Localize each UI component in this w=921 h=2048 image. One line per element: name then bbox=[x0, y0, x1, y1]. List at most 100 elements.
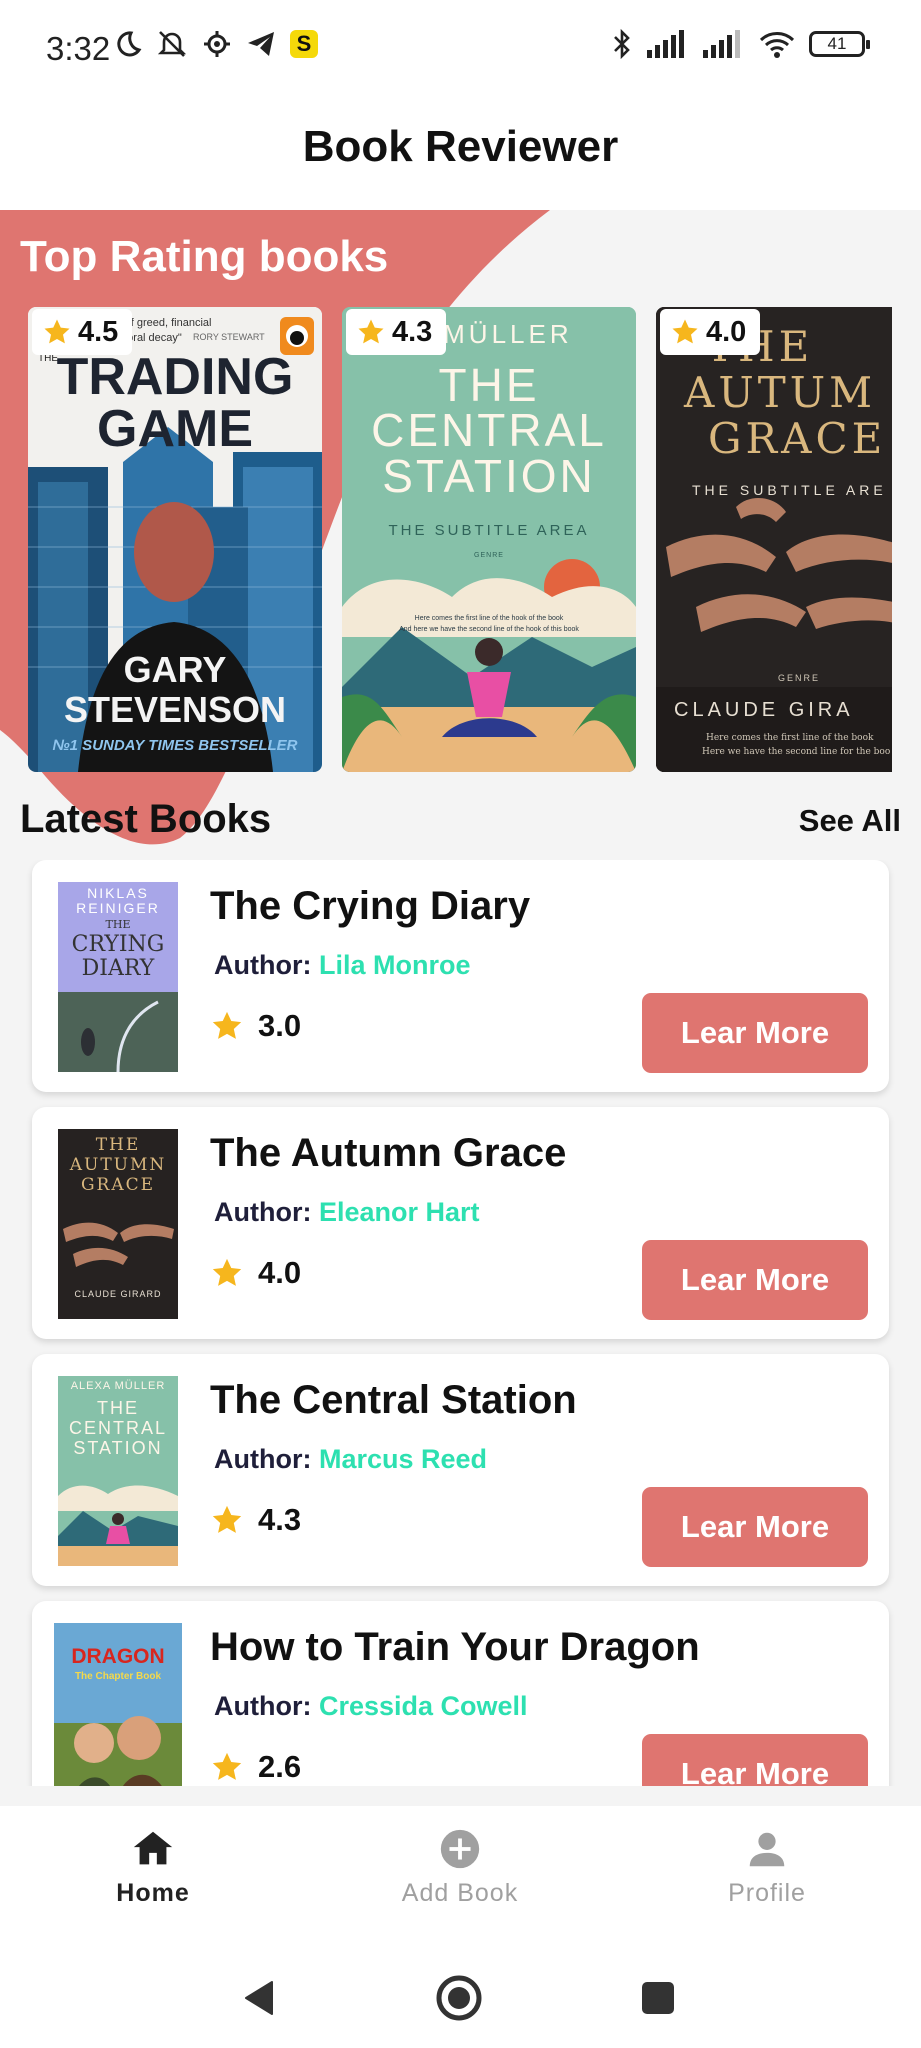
cover-title: AUTUM bbox=[684, 368, 877, 417]
star-icon bbox=[212, 1011, 242, 1039]
star-icon bbox=[44, 319, 70, 344]
author-line: Author: Cressida Cowell bbox=[214, 1691, 528, 1722]
moon-icon bbox=[117, 31, 142, 57]
top-book-card[interactable]: ple story of greed, financial moral deca… bbox=[28, 307, 322, 772]
cover-hook: Here we have the second line for the boo bbox=[702, 747, 891, 757]
cover-title: THE bbox=[438, 359, 540, 411]
app-bar: Book Reviewer bbox=[0, 100, 921, 210]
author-name: Marcus Reed bbox=[318, 1444, 488, 1474]
thumb-text: STATION bbox=[73, 1438, 163, 1458]
book-title: How to Train Your Dragon bbox=[210, 1625, 700, 1669]
cover-genre: GENRE bbox=[778, 673, 821, 683]
system-navigation-bar bbox=[0, 1948, 921, 2048]
rating-value: 3.0 bbox=[258, 1008, 302, 1043]
thumb-text: THE bbox=[95, 1135, 141, 1155]
see-all-link[interactable]: See All bbox=[799, 803, 901, 839]
nav-item-home[interactable]: Home bbox=[53, 1826, 253, 1908]
cover-author: CLAUDE GIRA bbox=[674, 699, 854, 721]
screen: 3:32 S 41 Book Reviewer Top Rating books bbox=[0, 0, 921, 2048]
thumb-text: CENTRAL bbox=[68, 1418, 167, 1438]
author-name: Cressida Cowell bbox=[318, 1691, 528, 1721]
cover-genre: GENRE bbox=[474, 552, 504, 559]
author-line: Author: Lila Monroe bbox=[214, 950, 471, 981]
top-book-card[interactable]: THE AUTUM GRACE THE SUBTITLE ARE GENRE C… bbox=[656, 307, 892, 772]
settings-icon bbox=[204, 31, 230, 57]
thumb-text: AUTUMN bbox=[69, 1155, 167, 1175]
home-circle-icon[interactable] bbox=[434, 1973, 484, 2023]
thumb-text: DRAGON bbox=[71, 1645, 165, 1668]
signal-icon bbox=[703, 30, 740, 58]
rating-row: 2.6 bbox=[210, 1749, 301, 1785]
star-icon bbox=[672, 319, 698, 344]
cover-subtitle: THE SUBTITLE ARE bbox=[692, 482, 887, 498]
signal-icon bbox=[647, 30, 684, 58]
latest-books-list[interactable]: NIKLAS REINIGER THE CRYING DIARY The Cry… bbox=[0, 860, 921, 1786]
rating-badge: 4.5 bbox=[32, 309, 133, 355]
thumb-text: REINIGER bbox=[76, 900, 160, 916]
rating-row: 3.0 bbox=[210, 1008, 301, 1044]
nav-item-profile[interactable]: Profile bbox=[667, 1826, 867, 1908]
s-app-icon: S bbox=[290, 30, 318, 58]
book-list-item[interactable]: DRAGON The Chapter Book How to Train You… bbox=[32, 1601, 889, 1786]
learn-more-button[interactable]: Lear More bbox=[642, 993, 868, 1073]
rating-badge: 4.0 bbox=[660, 309, 761, 355]
learn-more-button[interactable]: Lear More bbox=[642, 1487, 868, 1567]
telegram-icon bbox=[248, 32, 274, 56]
learn-more-button[interactable]: Lear More bbox=[642, 1734, 868, 1786]
author-line: Author: Eleanor Hart bbox=[214, 1197, 480, 1228]
author-label: Author: bbox=[214, 1444, 312, 1474]
author-label: Author: bbox=[214, 950, 312, 980]
book-list-item[interactable]: ALEXA MÜLLER THE CENTRAL STATION The Cen… bbox=[32, 1354, 889, 1586]
bell-off-icon bbox=[157, 31, 187, 57]
back-icon[interactable] bbox=[240, 1978, 280, 2018]
bluetooth-icon bbox=[614, 28, 630, 60]
wifi-icon bbox=[759, 32, 795, 58]
thumb-text: THE bbox=[97, 1398, 139, 1418]
book-thumbnail: NIKLAS REINIGER THE CRYING DIARY bbox=[58, 882, 178, 1072]
cover-author: GARY bbox=[123, 649, 227, 690]
author-name: Eleanor Hart bbox=[318, 1197, 480, 1227]
nav-label: Home bbox=[116, 1879, 190, 1907]
cover-hook: And here we have the second line of the … bbox=[399, 626, 579, 633]
thumb-text: ALEXA MÜLLER bbox=[70, 1380, 166, 1392]
author-name: Lila Monroe bbox=[318, 950, 471, 980]
rating-value: 4.3 bbox=[392, 315, 433, 348]
cover-hook: Here comes the first line of the hook of… bbox=[414, 615, 564, 622]
thumb-text: NIKLAS bbox=[87, 885, 149, 901]
author-line: Author: Marcus Reed bbox=[214, 1444, 487, 1475]
rating-badge: 4.3 bbox=[346, 309, 447, 355]
rating-value: 4.0 bbox=[706, 315, 747, 348]
book-title: The Central Station bbox=[210, 1378, 577, 1422]
rating-row: 4.3 bbox=[210, 1502, 301, 1538]
star-icon bbox=[212, 1505, 242, 1533]
rating-value: 4.5 bbox=[78, 315, 119, 348]
cover-author: STEVENSON bbox=[63, 689, 287, 730]
thumb-text: DIARY bbox=[81, 956, 155, 981]
cover-tagline: №1 SUNDAY TIMES BESTSELLER bbox=[52, 737, 298, 754]
nav-label: Profile bbox=[728, 1879, 806, 1907]
top-book-card[interactable]: A MÜLLER THE CENTRAL STATION THE SUBTITL… bbox=[342, 307, 636, 772]
cover-title: TRADING bbox=[56, 348, 294, 406]
star-icon bbox=[212, 1752, 242, 1780]
cover-title: STATION bbox=[382, 450, 596, 502]
status-icons-left: S bbox=[112, 28, 318, 60]
book-thumbnail: ALEXA MÜLLER THE CENTRAL STATION bbox=[58, 1376, 178, 1566]
add-circle-icon bbox=[440, 1829, 480, 1869]
nav-label: Add Book bbox=[401, 1879, 519, 1907]
book-list-item[interactable]: NIKLAS REINIGER THE CRYING DIARY The Cry… bbox=[32, 860, 889, 1092]
rating-value: 4.3 bbox=[258, 1502, 302, 1537]
cover-quote-author: RORY STEWART bbox=[193, 332, 265, 342]
book-title: The Autumn Grace bbox=[210, 1131, 567, 1175]
status-time: 3:32 bbox=[46, 30, 111, 67]
recents-icon[interactable] bbox=[640, 1980, 676, 2016]
status-icons-right: 41 bbox=[611, 28, 870, 60]
learn-more-button[interactable]: Lear More bbox=[642, 1240, 868, 1320]
thumb-text: THE bbox=[105, 918, 131, 931]
star-icon bbox=[212, 1258, 242, 1286]
top-rating-carousel[interactable]: ple story of greed, financial moral deca… bbox=[28, 307, 892, 772]
author-label: Author: bbox=[214, 1691, 312, 1721]
rating-row: 4.0 bbox=[210, 1255, 301, 1291]
book-title: The Crying Diary bbox=[210, 884, 531, 928]
nav-item-add-book[interactable]: Add Book bbox=[360, 1826, 560, 1908]
book-list-item[interactable]: THE AUTUMN GRACE CLAUDE GIRARD The Autum… bbox=[32, 1107, 889, 1339]
